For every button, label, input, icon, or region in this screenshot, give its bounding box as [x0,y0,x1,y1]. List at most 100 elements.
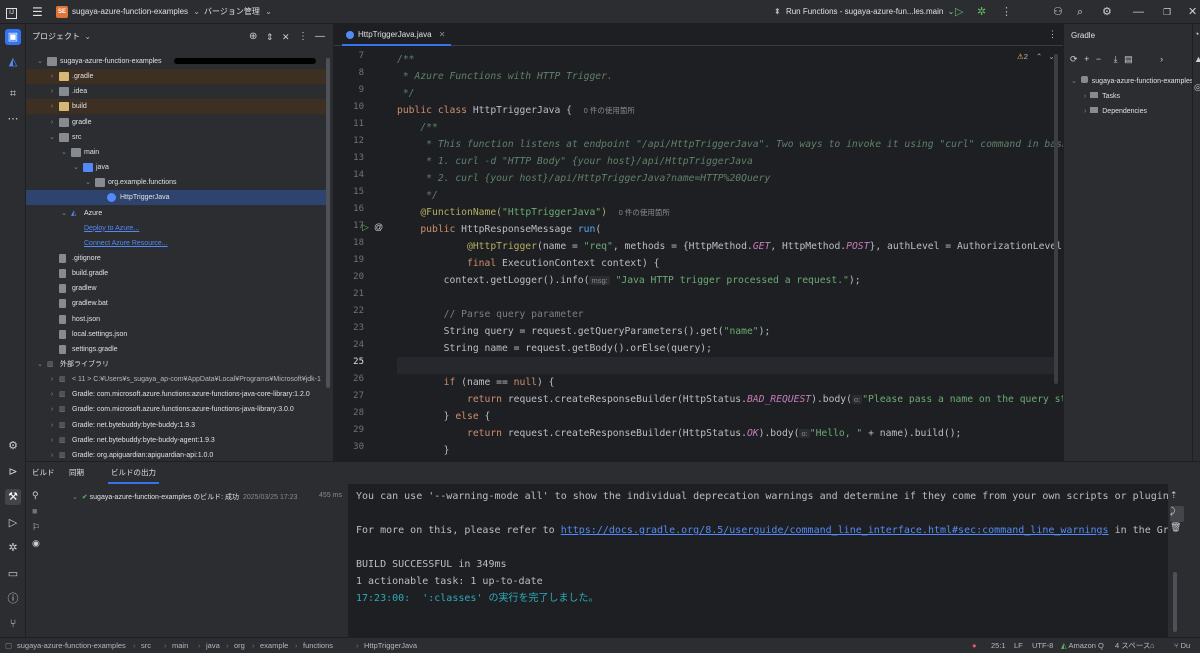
breadcrumb-item[interactable]: sugaya-azure-function-examples [17,638,126,653]
clear-icon[interactable]: 🗑 [1170,522,1184,538]
close-icon[interactable]: ✕ [1188,0,1197,24]
tab-httptriggerjava[interactable]: HttpTriggerJava.java ✕ [342,24,452,46]
code-line[interactable]: * 2. curl {your host}/api/HttpTriggerJav… [397,170,770,187]
tree-item[interactable]: .gitignore [26,251,326,266]
search-icon[interactable]: ⌕ [1077,0,1083,24]
chevron-down-icon[interactable]: ⌄ [72,160,80,175]
tree-item[interactable]: Connect Azure Resource... [26,236,326,251]
chevron-down-icon[interactable]: ⌄ [48,130,56,145]
gradle-root[interactable]: ⌄ sugaya-azure-function-examples [1071,76,1193,85]
expand-all-icon[interactable]: ⇕ [266,24,274,50]
code-line[interactable]: if (name == null) { [397,374,555,391]
chevron-down-icon[interactable]: ⌄ [36,357,44,372]
soft-wrap-icon[interactable]: ⤸ [1170,506,1184,522]
tree-item[interactable]: gradlew [26,281,326,296]
tab-sync[interactable]: 同期 [66,462,87,484]
run-tool-icon[interactable]: ▷ [5,515,21,531]
problems-tool-icon[interactable]: ⓘ [5,591,21,607]
tree-item[interactable]: › .idea [26,84,326,99]
breadcrumb-item[interactable]: org [234,638,245,653]
tree-item[interactable]: ⌄ org.example.functions [26,175,326,190]
code-line[interactable]: * 1. curl -d "HTTP Body" {your host}/api… [397,153,753,170]
chevron-right-icon[interactable]: › [48,402,56,417]
tree-item[interactable]: build.gradle [26,266,326,281]
chevron-down-icon[interactable]: ⌄ [60,206,68,221]
chevron-down-icon[interactable]: ⌄ [84,32,91,41]
tree-item[interactable]: HttpTriggerJava [26,190,326,206]
inspection-widget[interactable]: ⚠2 ⌃ ⌄ [1017,52,1055,61]
file-encoding[interactable]: UTF-8 [1032,638,1053,653]
settings-icon[interactable]: ⚙ [1102,0,1112,24]
tree-item[interactable]: › ▥ Gradle: org.apiguardian:apiguardian-ap… [26,448,326,461]
restore-icon[interactable]: ❐ [1163,0,1171,24]
code-line[interactable]: // Parse query parameter [397,306,584,323]
chevron-right-icon[interactable]: › [48,387,56,402]
code-line[interactable]: * Azure Functions with HTTP Trigger. [397,68,613,85]
refresh-icon[interactable]: ⟳ [1070,54,1078,64]
minimize-icon[interactable]: — [1133,0,1144,24]
chevron-right-icon[interactable]: › [1160,54,1163,64]
breadcrumb-item[interactable]: functions [303,638,333,653]
gradle-item-tasks[interactable]: › Tasks [1084,92,1120,100]
azure-tool-icon[interactable]: ◭ [5,54,21,70]
chevron-down-icon[interactable]: ⌄ [36,54,44,69]
tree-item[interactable]: local.settings.json [26,327,326,342]
code-line[interactable]: /** [397,119,438,136]
code-line[interactable]: */ [397,85,415,102]
tree-item[interactable]: › ▥ < 11 > C:¥Users¥s_sugaya_ap-com¥AppDat… [26,372,326,387]
chevron-right-icon[interactable]: › [48,99,56,114]
amazon-q-status[interactable]: ◭ Amazon Q [1061,638,1104,653]
tree-item[interactable]: › ▥ Gradle: com.microsoft.azure.functions:… [26,387,326,402]
build-console[interactable]: You can use '--warning-mode all' to show… [348,484,1168,638]
add-icon[interactable]: + [1084,54,1089,64]
tab-build[interactable]: ビルド [29,462,58,484]
tree-item[interactable]: settings.gradle [26,342,326,357]
run-icon[interactable]: ▷ [955,0,963,24]
chevron-right-icon[interactable]: › [48,418,56,433]
tree-item[interactable]: ⌄ ▥ 外部ライブラリ [26,357,326,372]
code-line[interactable]: @FunctionName("HttpTriggerJava") 0 件の使用箇… [397,204,670,221]
breadcrumb-item[interactable]: java [206,638,220,653]
chevron-right-icon[interactable]: › [48,69,56,84]
scrollbar[interactable] [326,58,330,388]
run-config-selector[interactable]: ⬍ Run Functions - sugaya-azure-fun...les… [774,0,954,24]
docs-link[interactable]: https://docs.gradle.org/8.5/userguide/co… [561,525,1109,536]
target-icon[interactable]: ⊕ [249,24,257,50]
inlay-hint[interactable]: 0 件の使用箇所 [584,106,635,115]
tree-item[interactable]: ⌄ ◭ Azure [26,206,326,221]
scroll-up-icon[interactable]: ⇡ [1170,490,1184,506]
tree-item[interactable]: › .gradle [26,69,326,85]
gradle-tool-icon[interactable]: ▲ [1194,54,1200,64]
options-icon[interactable]: ⋮ [298,24,308,50]
more-tools-icon[interactable]: ⋯ [5,111,21,127]
vcs-widget[interactable]: ⑂ Du [1174,638,1190,653]
chevron-down-icon[interactable]: ⌄ [60,145,68,160]
gradle-item-dependencies[interactable]: › Dependencies [1084,107,1147,115]
chevron-right-icon[interactable]: › [48,84,56,99]
code-line[interactable]: /** [397,51,415,68]
tree-item[interactable]: › ▥ Gradle: net.bytebuddy:byte-buddy:1.9.3 [26,418,326,433]
tree-item[interactable]: ⌄ main [26,145,326,160]
more-actions-icon[interactable]: ⋮ [1001,0,1012,24]
chevron-right-icon[interactable]: › [48,372,56,387]
lock-icon[interactable]: ⌂ [1150,638,1155,653]
tree-item[interactable]: Deploy to Azure... [26,221,326,236]
console-scrollbar[interactable] [1173,572,1177,632]
code-line[interactable]: */ [397,187,438,204]
code-line[interactable] [397,357,1057,374]
chevron-right-icon[interactable]: › [48,433,56,448]
tree-item[interactable]: › ▥ Gradle: net.bytebuddy:byte-buddy-agent… [26,433,326,448]
code-line[interactable]: } else { [397,408,491,425]
breadcrumb-item[interactable]: src [141,638,151,653]
eye-icon[interactable]: ◉ [32,538,46,554]
breadcrumb-item[interactable]: main [172,638,188,653]
chevron-right-icon[interactable]: › [48,448,56,461]
vcs-menu[interactable]: バージョン管理 ⌄ [204,0,272,24]
tree-item[interactable]: gradlew.bat [26,296,326,311]
code-line[interactable]: String name = request.getBody().orElse(q… [397,340,712,357]
project-switcher[interactable]: SE sugaya-azure-function-examples ⌄ [56,0,200,24]
code-line[interactable]: } [397,442,450,459]
collapse-all-icon[interactable]: ✕ [282,24,290,50]
terminal-tool-icon[interactable]: ▭ [5,566,21,582]
indent-setting[interactable]: 4 スペース [1115,638,1150,653]
